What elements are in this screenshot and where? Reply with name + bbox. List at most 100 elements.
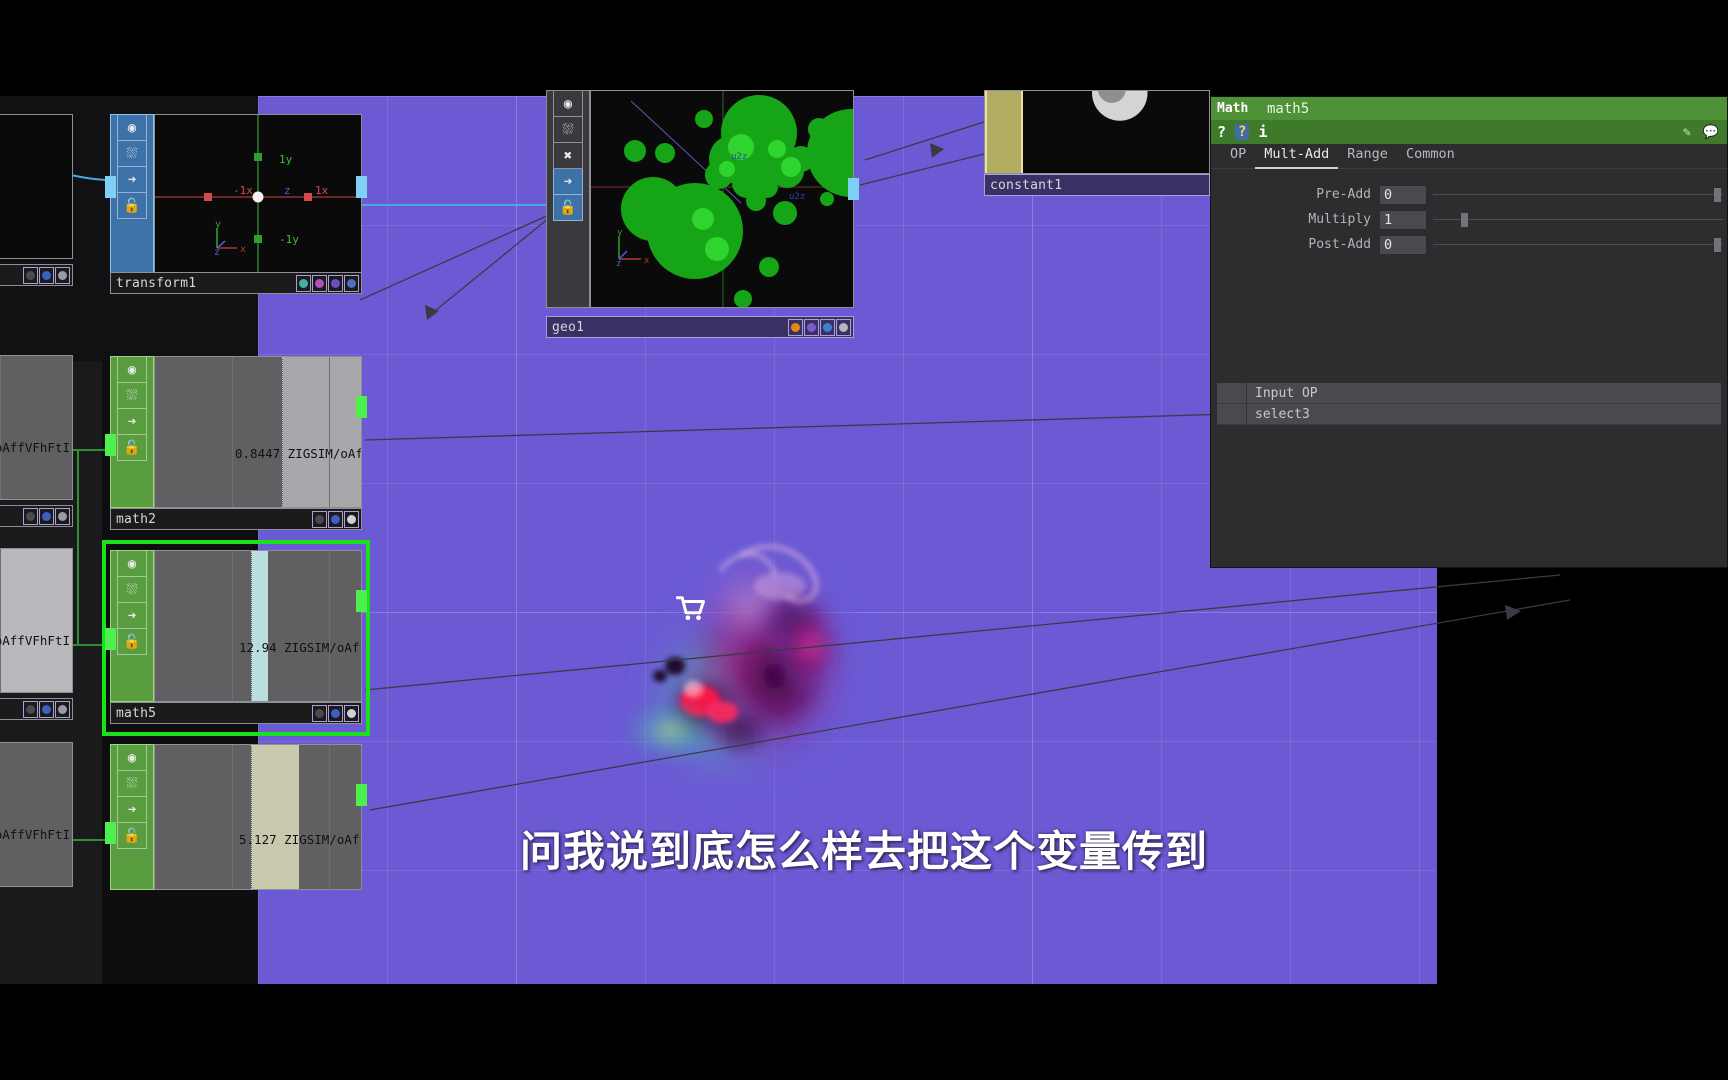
- node-constant1[interactable]: constant1: [984, 90, 1210, 196]
- footer-dot[interactable]: [312, 704, 327, 722]
- info-icon[interactable]: i: [1258, 123, 1267, 141]
- output-connector[interactable]: [356, 590, 367, 612]
- node-math5-flags[interactable]: ◉ ⛆ ➜ 🔓: [110, 550, 154, 702]
- footer-dot[interactable]: [55, 507, 70, 525]
- footer-dot[interactable]: [788, 318, 803, 336]
- render-icon[interactable]: ➜: [117, 167, 147, 193]
- node-math5-footer[interactable]: math5: [110, 702, 362, 724]
- close-icon[interactable]: ✖: [553, 143, 583, 169]
- footer-dot[interactable]: [820, 318, 835, 336]
- footer-dot[interactable]: [344, 704, 359, 722]
- footer-dot[interactable]: [23, 700, 38, 718]
- footer-dot[interactable]: [328, 704, 343, 722]
- param-slider-multiply[interactable]: [1433, 210, 1723, 230]
- node-math2[interactable]: ◉ ⛆ ➜ 🔓 0.8447 ZIGSIM/oAffVFhFtI math2: [105, 356, 367, 530]
- param-row-multiply[interactable]: Multiply 1: [1211, 208, 1727, 231]
- op-table-row-select3[interactable]: select3: [1217, 404, 1721, 425]
- node-transform1-viewer[interactable]: -1x 1x 1y -1y z y x z: [154, 114, 362, 279]
- node-clipped-top-left-footer[interactable]: [0, 264, 73, 286]
- input-connector[interactable]: [105, 176, 116, 198]
- node-geo1-viewer[interactable]: u2z u2z y x z: [590, 90, 854, 308]
- render-icon[interactable]: ➜: [117, 409, 147, 435]
- node-clipped-math-left-2-footer[interactable]: [0, 698, 73, 720]
- tab-range[interactable]: Range: [1338, 144, 1397, 169]
- output-connector[interactable]: [848, 178, 859, 200]
- node-math2-viewer[interactable]: 0.8447 ZIGSIM/oAffVFhFtI: [154, 356, 362, 508]
- clone-icon[interactable]: 🔓: [117, 435, 147, 461]
- parameter-dialog[interactable]: Math math5 ? ? i ✎ 💬 OP Mult-Add Range C…: [1210, 96, 1728, 568]
- input-connector[interactable]: [105, 628, 116, 650]
- footer-dot[interactable]: [344, 274, 359, 292]
- parameter-tabs[interactable]: OP Mult-Add Range Common: [1211, 144, 1727, 169]
- tab-op[interactable]: OP: [1221, 144, 1255, 169]
- node-math2-flags[interactable]: ◉ ⛆ ➜ 🔓: [110, 356, 154, 508]
- node-clipped-math-left-2[interactable]: oAffVFhFtI: [0, 548, 73, 720]
- pencil-icon[interactable]: ✎: [1683, 125, 1691, 140]
- row-gutter[interactable]: [1217, 383, 1247, 403]
- footer-dot[interactable]: [344, 510, 359, 528]
- param-slider-post-add[interactable]: [1433, 235, 1723, 255]
- footer-dot[interactable]: [39, 266, 54, 284]
- footer-dot[interactable]: [23, 507, 38, 525]
- input-connector[interactable]: [105, 434, 116, 456]
- param-row-post-add[interactable]: Post-Add 0: [1211, 233, 1727, 256]
- footer-dot[interactable]: [55, 266, 70, 284]
- clone-icon[interactable]: 🔓: [117, 193, 147, 219]
- output-connector[interactable]: [356, 176, 367, 198]
- op-table-header-row[interactable]: Input OP: [1217, 383, 1721, 404]
- footer-dot[interactable]: [23, 266, 38, 284]
- param-value-pre-add[interactable]: 0: [1379, 184, 1427, 205]
- node-transform1-footer[interactable]: transform1: [110, 272, 362, 294]
- footer-dot[interactable]: [296, 274, 311, 292]
- output-connector[interactable]: [356, 784, 367, 806]
- render-icon[interactable]: ➜: [553, 169, 583, 195]
- render-icon[interactable]: ➜: [117, 603, 147, 629]
- footer-dot[interactable]: [39, 507, 54, 525]
- node-math2-footer[interactable]: math2: [110, 508, 362, 530]
- node-clipped-math-left-1[interactable]: oAffVFhFtI: [0, 355, 73, 527]
- footer-dot[interactable]: [39, 700, 54, 718]
- bypass-icon[interactable]: ⛆: [553, 117, 583, 143]
- viewer-icon[interactable]: ◉: [117, 357, 147, 383]
- node-math5[interactable]: ◉ ⛆ ➜ 🔓 12.94 ZIGSIM/oAffVFhFtI math5: [105, 550, 367, 724]
- question-highlight-icon[interactable]: ?: [1235, 124, 1250, 140]
- footer-dot[interactable]: [55, 700, 70, 718]
- param-row-pre-add[interactable]: Pre-Add 0: [1211, 183, 1727, 206]
- footer-dot[interactable]: [328, 274, 343, 292]
- bypass-icon[interactable]: ⛆: [117, 383, 147, 409]
- footer-dot[interactable]: [312, 510, 327, 528]
- node-constant1-footer[interactable]: constant1: [984, 174, 1210, 196]
- viewer-icon[interactable]: ◉: [117, 115, 147, 141]
- node-geo1-footer[interactable]: geo1: [546, 316, 854, 338]
- footer-dot[interactable]: [836, 318, 851, 336]
- bypass-icon[interactable]: ⛆: [117, 577, 147, 603]
- clone-icon[interactable]: 🔓: [553, 195, 583, 221]
- node-geo1-flags[interactable]: ◉ ⛆ ✖ ➜ 🔓: [546, 90, 590, 308]
- node-clipped-math-left-1-footer[interactable]: [0, 505, 73, 527]
- parameter-dialog-titlebar[interactable]: Math math5: [1211, 97, 1727, 120]
- tab-common[interactable]: Common: [1397, 144, 1464, 169]
- viewer-icon[interactable]: ◉: [553, 91, 583, 117]
- bypass-icon[interactable]: ⛆: [117, 771, 147, 797]
- node-math5-viewer[interactable]: 12.94 ZIGSIM/oAffVFhFtI: [154, 550, 362, 702]
- tab-mult-add[interactable]: Mult-Add: [1255, 144, 1339, 169]
- node-clipped-top-left[interactable]: [0, 114, 73, 286]
- footer-dot[interactable]: [328, 510, 343, 528]
- viewer-icon[interactable]: ◉: [117, 551, 147, 577]
- parameter-dialog-toolbar[interactable]: ? ? i ✎ 💬: [1211, 120, 1727, 144]
- output-connector[interactable]: [356, 396, 367, 418]
- param-value-post-add[interactable]: 0: [1379, 234, 1427, 255]
- node-transform1-flags[interactable]: ◉ ⛆ ➜ 🔓: [110, 114, 154, 279]
- node-geo1[interactable]: ◉ ⛆ ✖ ➜ 🔓 u2z u2z y x z geo1: [546, 90, 859, 338]
- viewer-icon[interactable]: ◉: [117, 745, 147, 771]
- footer-dot[interactable]: [804, 318, 819, 336]
- footer-dot[interactable]: [312, 274, 327, 292]
- row-gutter[interactable]: [1217, 404, 1247, 424]
- param-slider-pre-add[interactable]: [1433, 185, 1723, 205]
- node-transform1[interactable]: ◉ ⛆ ➜ 🔓 -1x 1x 1y -1y z y x z transform1: [105, 114, 367, 294]
- comment-icon[interactable]: 💬: [1703, 125, 1719, 140]
- clone-icon[interactable]: 🔓: [117, 629, 147, 655]
- param-value-multiply[interactable]: 1: [1379, 209, 1427, 230]
- bypass-icon[interactable]: ⛆: [117, 141, 147, 167]
- question-icon[interactable]: ?: [1217, 123, 1226, 141]
